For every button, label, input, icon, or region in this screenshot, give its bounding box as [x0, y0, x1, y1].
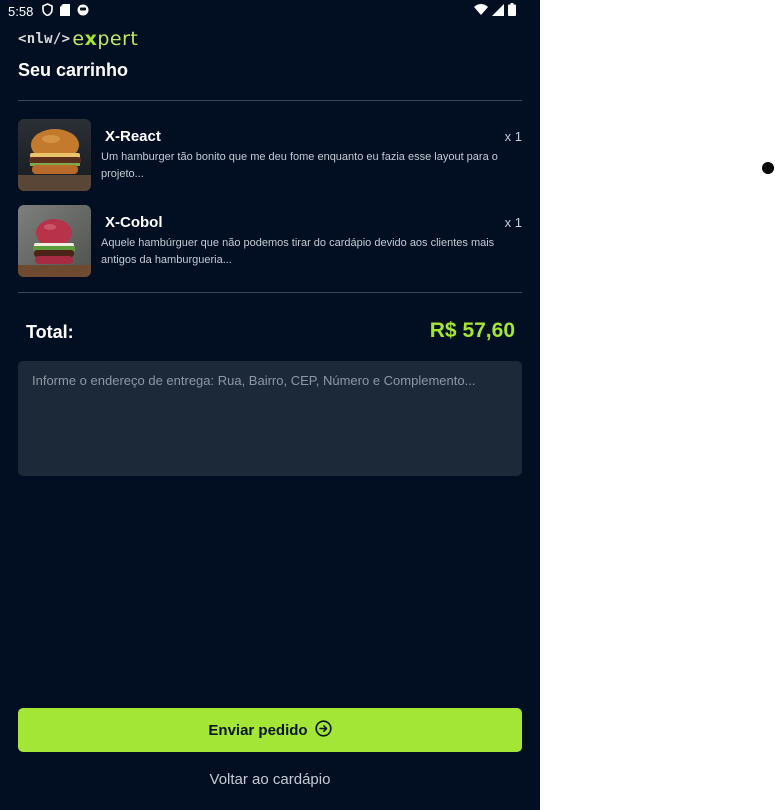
- status-icons-left: [42, 3, 89, 21]
- logo-expert-rest: pert: [97, 28, 139, 50]
- cart-item: X-Cobol x 1 Aquele hambúrguer que não po…: [18, 205, 522, 277]
- divider-top: [18, 100, 522, 101]
- shield-icon: [42, 3, 53, 21]
- address-input[interactable]: [18, 361, 522, 476]
- burger-photo: [18, 205, 91, 277]
- item-quantity: x 1: [504, 129, 522, 144]
- page-title: Seu carrinho: [18, 60, 129, 80]
- burger-photo: [18, 119, 91, 191]
- app-logo: <nlw/> expert: [18, 28, 138, 50]
- battery-icon: [508, 3, 516, 21]
- status-icons-right: [474, 3, 516, 21]
- logo-expert-text: expert: [72, 28, 138, 50]
- cart-item: X-React x 1 Um hamburger tão bonito que …: [18, 119, 522, 191]
- item-name: X-React: [105, 128, 161, 145]
- arrow-circle-right-icon: [314, 719, 332, 741]
- item-name: X-Cobol: [105, 214, 163, 231]
- logo-expert-x: x: [84, 28, 98, 50]
- total-value: R$ 57,60: [429, 319, 515, 342]
- send-order-label: Enviar pedido: [208, 721, 308, 739]
- logo-nlw-text: <nlw/>: [18, 31, 71, 47]
- signal-icon: [492, 3, 504, 21]
- item-description: Um hamburger tão bonito que me deu fome …: [101, 151, 498, 180]
- logo-expert-e: e: [72, 28, 85, 50]
- divider-bottom: [18, 292, 522, 293]
- item-quantity: x 1: [504, 215, 522, 230]
- item-description: Aquele hambúrguer que não podemos tirar …: [101, 237, 495, 266]
- status-bar: 5:58: [0, 0, 540, 22]
- send-order-button[interactable]: Enviar pedido: [18, 708, 522, 752]
- status-time: 5:58: [8, 4, 34, 19]
- pointer-dot: [762, 162, 774, 174]
- total-label: Total:: [26, 322, 74, 342]
- sd-card-icon: [60, 3, 70, 21]
- back-to-menu-link[interactable]: Voltar ao cardápio: [0, 771, 540, 788]
- app-notification-icon: [77, 3, 89, 21]
- app-screen: 5:58 <nlw/> expert Seu carrinho X-React …: [0, 0, 540, 810]
- wifi-icon: [474, 3, 488, 21]
